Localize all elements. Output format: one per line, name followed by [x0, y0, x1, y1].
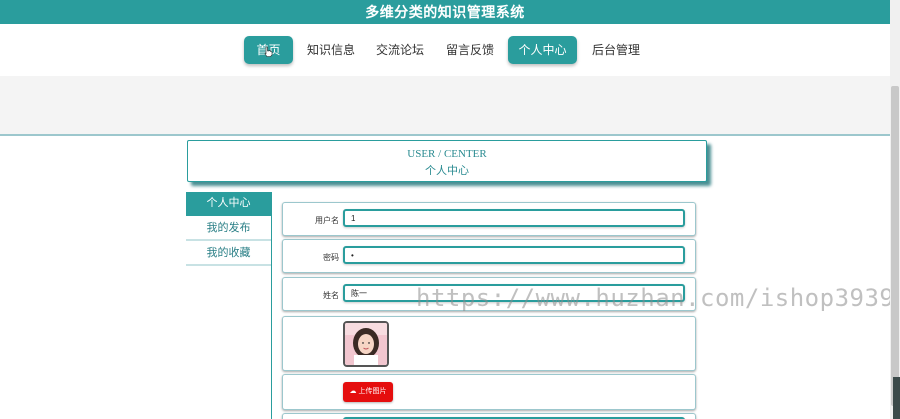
banner: [0, 76, 890, 136]
upload-button-label: 上传图片: [358, 388, 387, 395]
sidebar-item-my-posts[interactable]: 我的发布: [186, 217, 271, 241]
nav-item-forum[interactable]: 交流论坛: [370, 36, 430, 64]
nav-item-user-center[interactable]: 个人中心: [508, 36, 577, 64]
scrollbar-thumb[interactable]: [891, 86, 899, 406]
password-input[interactable]: •: [343, 246, 685, 264]
username-input[interactable]: 1: [343, 209, 685, 227]
sidebar-item-user-center[interactable]: 个人中心: [186, 192, 271, 216]
page-scrollbar[interactable]: [890, 0, 900, 419]
username-label: 用户名: [315, 216, 339, 225]
form-row-next: [282, 413, 696, 419]
form-row-avatar: [282, 316, 696, 371]
section-header: USER / CENTER 个人中心: [187, 140, 707, 182]
avatar-photo: [345, 323, 387, 365]
section-title-zh: 个人中心: [425, 165, 469, 177]
page: 多维分类的知识管理系统 首页 知识信息 交流论坛 留言反馈 个人中心 后台管理 …: [0, 0, 890, 419]
nav-item-home[interactable]: 首页: [244, 36, 293, 64]
sidebar: 个人中心 我的发布 我的收藏: [186, 192, 272, 419]
password-label: 密码: [323, 253, 339, 262]
section-title-en: USER / CENTER: [407, 148, 487, 160]
floating-widget[interactable]: [893, 377, 900, 419]
watermark-text: https://www.huzhan.com/ishop39397: [416, 284, 890, 312]
name-label: 姓名: [323, 291, 339, 300]
site-title: 多维分类的知识管理系统: [0, 0, 890, 24]
form-row-password: 密码 •: [282, 239, 696, 273]
nav-item-knowledge[interactable]: 知识信息: [302, 36, 360, 64]
cursor-hand-icon: [264, 46, 273, 57]
cloud-upload-icon: ☁: [349, 388, 357, 395]
avatar[interactable]: [343, 321, 389, 367]
sidebar-item-my-favorites[interactable]: 我的收藏: [186, 242, 271, 266]
nav-item-feedback[interactable]: 留言反馈: [440, 36, 500, 64]
upload-image-button[interactable]: ☁ 上传图片: [343, 382, 393, 402]
nav-item-admin[interactable]: 后台管理: [586, 36, 646, 64]
top-nav: 首页 知识信息 交流论坛 留言反馈 个人中心 后台管理: [0, 24, 890, 76]
form-row-username: 用户名 1: [282, 202, 696, 236]
form-row-upload: ☁ 上传图片: [282, 374, 696, 410]
